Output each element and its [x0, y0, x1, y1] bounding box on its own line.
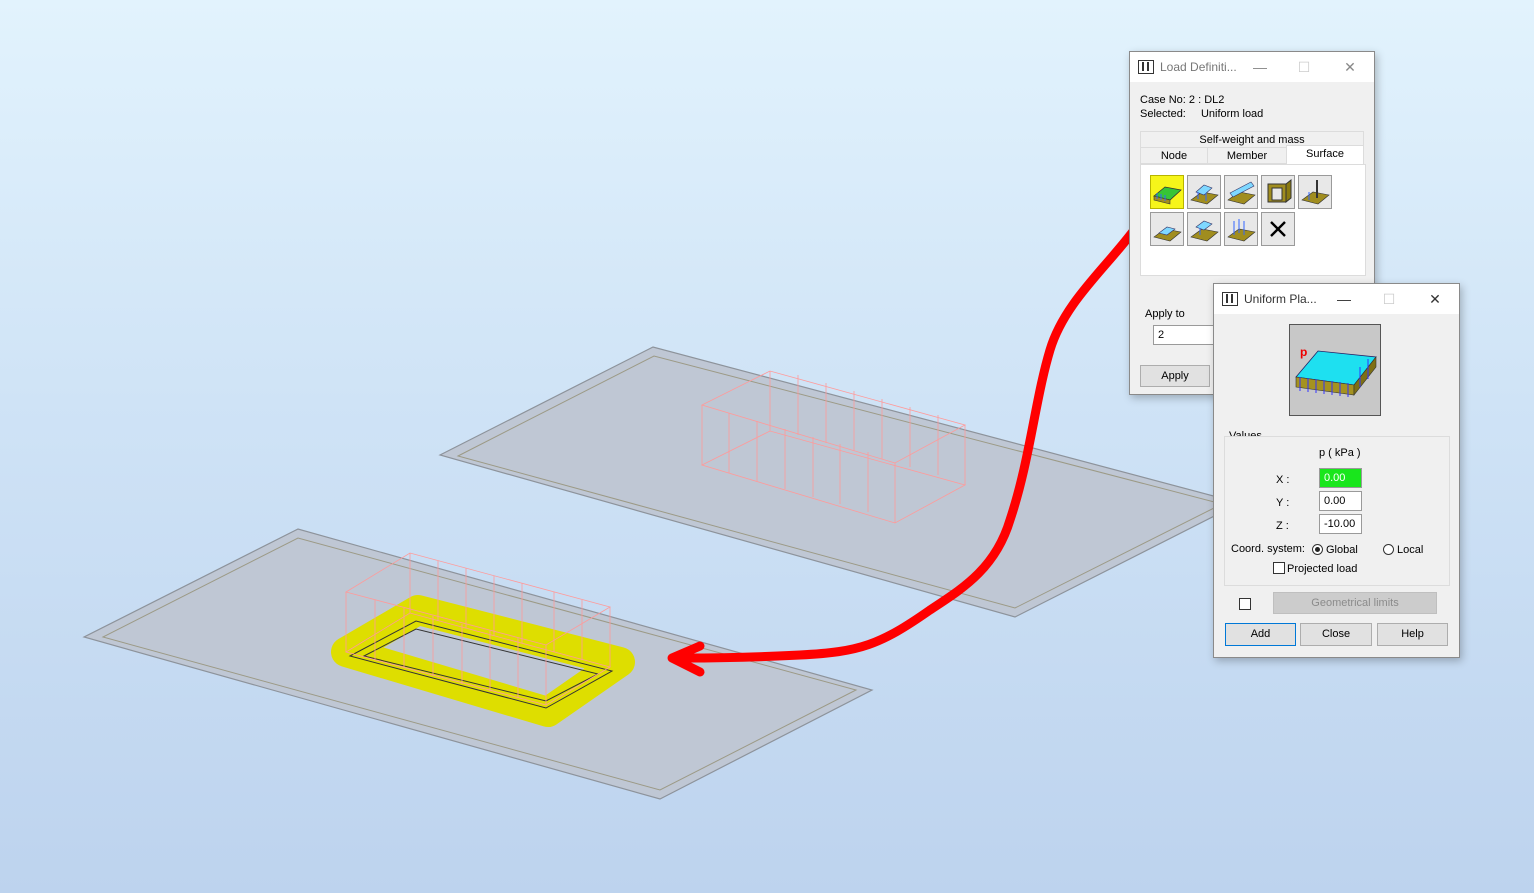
y-label: Y : — [1276, 497, 1290, 509]
thermal-load-button[interactable] — [1187, 212, 1221, 246]
hydrostatic-load-icon — [1267, 178, 1292, 204]
close-icon[interactable]: ✕ — [1413, 284, 1457, 314]
case-number: Case No: 2 : DL2 — [1140, 94, 1225, 106]
local-radio[interactable] — [1383, 544, 1394, 555]
surface-load-panel — [1140, 164, 1366, 276]
contour-load-button[interactable] — [1150, 212, 1184, 246]
tab-surface-label: Surface — [1306, 148, 1344, 160]
contour-load-icon — [1153, 226, 1182, 242]
uniform-planar-titlebar[interactable]: Uniform Pla... — ☐ ✕ — [1214, 284, 1459, 314]
z-field[interactable]: -10.00 — [1319, 514, 1362, 534]
x-field[interactable]: 0.00 — [1319, 468, 1362, 488]
coord-system-label: Coord. system: — [1231, 543, 1305, 555]
delete-icon — [1270, 221, 1286, 237]
projected-load-checkbox[interactable] — [1273, 562, 1285, 574]
projected-load-label: Projected load — [1287, 563, 1358, 575]
lower-slab — [82, 528, 874, 800]
linear-3p-load-button[interactable] — [1187, 175, 1221, 209]
load-preview: p — [1289, 324, 1381, 416]
close-button[interactable]: Close — [1300, 623, 1372, 646]
tab-member-label: Member — [1226, 150, 1268, 162]
edge-linear-load-button[interactable] — [1224, 212, 1258, 246]
delete-load-button[interactable] — [1261, 212, 1295, 246]
point-load-icon — [1301, 180, 1330, 205]
unit-header: p ( kPa ) — [1319, 447, 1361, 459]
preview-letter: p — [1300, 345, 1308, 359]
uniform-load-button[interactable] — [1150, 175, 1184, 209]
selected-label: Selected: — [1140, 108, 1186, 120]
local-label: Local — [1397, 544, 1424, 556]
global-radio[interactable] — [1312, 544, 1323, 555]
geometrical-limits-button: Geometrical limits — [1273, 592, 1437, 614]
tab-member[interactable]: Member — [1207, 147, 1287, 164]
thermal-load-icon — [1190, 220, 1219, 242]
app-icon — [1138, 60, 1154, 74]
maximize-button: ☐ — [1297, 58, 1311, 75]
load-definition-titlebar[interactable]: Load Definiti... — ☐ ✕ — [1130, 52, 1374, 82]
tab-surface[interactable]: Surface — [1286, 145, 1364, 165]
help-button[interactable]: Help — [1377, 623, 1448, 646]
x-label: X : — [1276, 474, 1290, 486]
add-button[interactable]: Add — [1225, 623, 1296, 646]
maximize-button: ☐ — [1382, 290, 1396, 307]
apply-button[interactable]: Apply — [1140, 365, 1210, 387]
minimize-button[interactable]: — — [1238, 52, 1282, 82]
minimize-button[interactable]: — — [1322, 284, 1366, 314]
geometrical-limits-checkbox[interactable] — [1239, 598, 1251, 610]
app-icon — [1222, 292, 1238, 306]
uniform-load-icon — [1153, 186, 1182, 205]
z-label: Z : — [1276, 520, 1289, 532]
apply-to-label: Apply to — [1145, 308, 1185, 320]
selected-value: Uniform load — [1200, 108, 1264, 120]
tab-node[interactable]: Node — [1140, 147, 1208, 164]
linear-load-icon — [1227, 219, 1256, 242]
linear-edge-load-button[interactable] — [1224, 175, 1258, 209]
point-load-button[interactable] — [1298, 175, 1332, 209]
uniform-planar-load-window: Uniform Pla... — ☐ ✕ p Values p ( kPa ) … — [1213, 283, 1460, 658]
planar-load-icon — [1190, 184, 1219, 205]
window-title: Load Definiti... — [1160, 60, 1237, 74]
tab-node-label: Node — [1160, 150, 1188, 162]
uniform-load-preview-icon — [1295, 350, 1377, 397]
edge-load-icon — [1227, 181, 1256, 205]
global-label: Global — [1326, 544, 1358, 556]
selected-row: Selected: Uniform load — [1140, 108, 1263, 120]
window-title: Uniform Pla... — [1244, 292, 1317, 306]
y-field[interactable]: 0.00 — [1319, 491, 1362, 511]
close-icon[interactable]: ✕ — [1328, 52, 1372, 82]
hydrostatic-load-button[interactable] — [1261, 175, 1295, 209]
